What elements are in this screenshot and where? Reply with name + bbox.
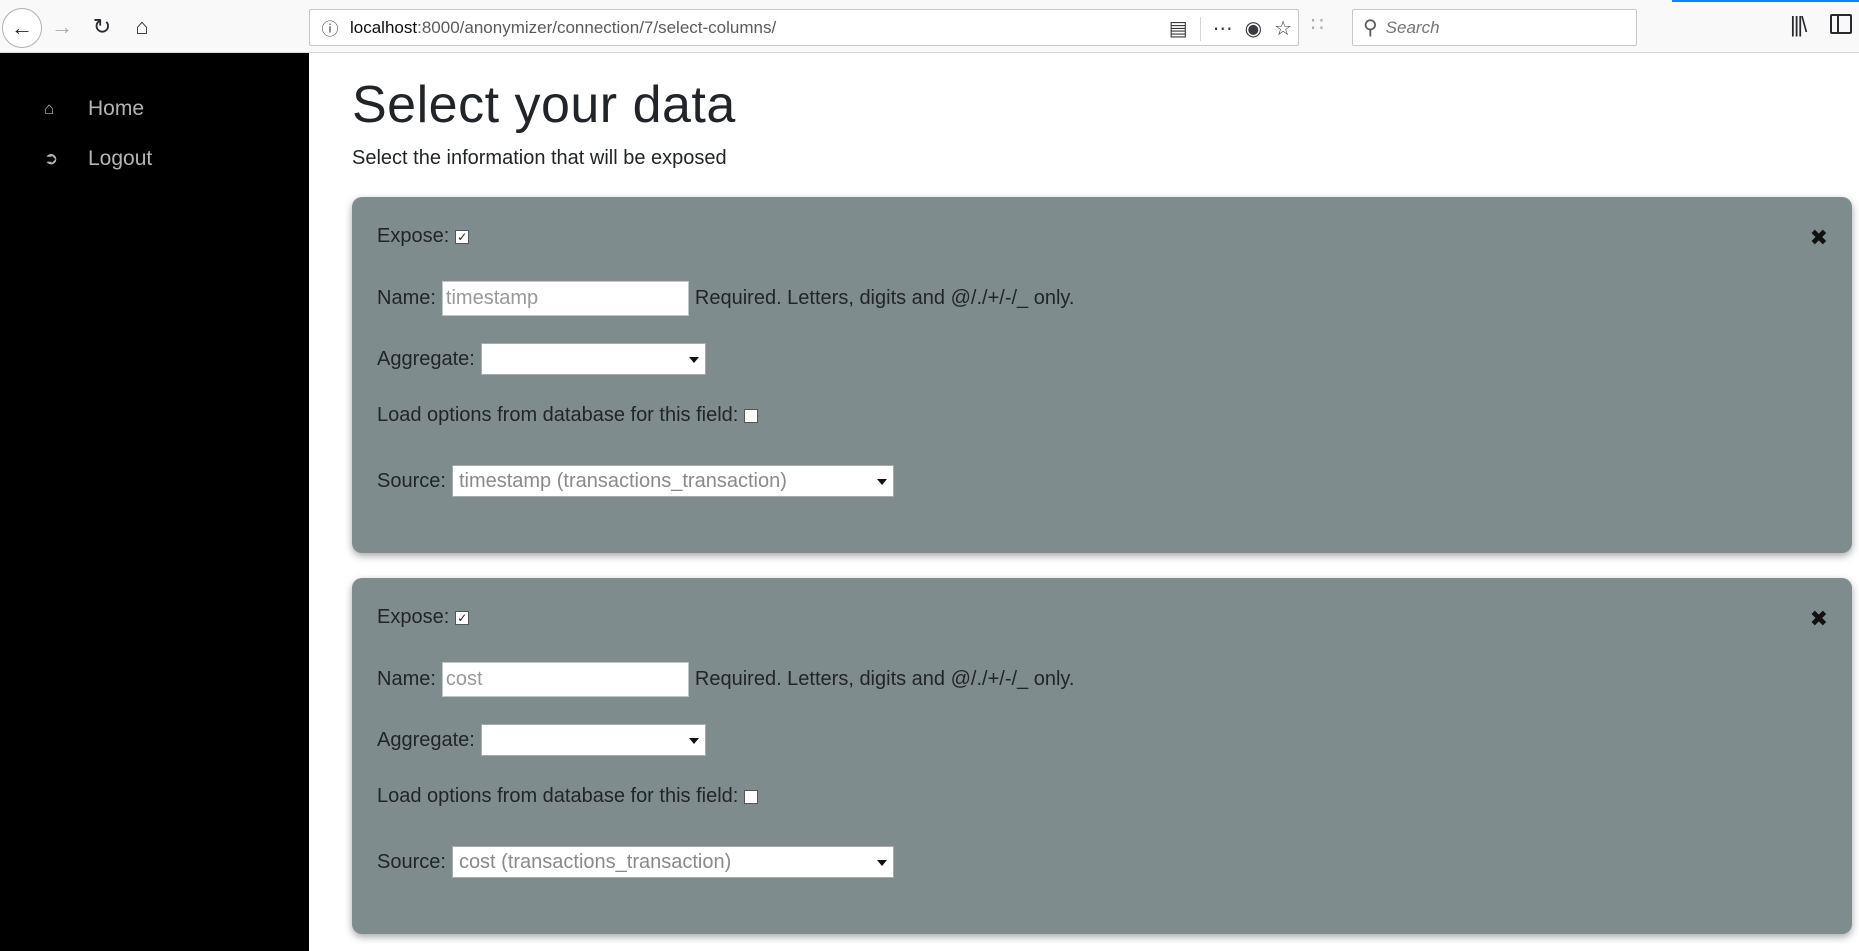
- name-input[interactable]: timestamp: [441, 281, 689, 316]
- aggregate-row: Aggregate:: [377, 343, 706, 375]
- name-row: Name: timestamp Required. Letters, digit…: [377, 281, 1074, 316]
- source-select[interactable]: cost (transactions_transaction): [451, 846, 894, 878]
- rss-icon[interactable]: ∷: [1311, 12, 1324, 37]
- source-label: Source:: [377, 469, 446, 492]
- source-row: Source: cost (transactions_transaction): [377, 846, 894, 878]
- search-icon: ⚲: [1363, 17, 1378, 39]
- column-card: ✖ Expose: ✓ Name: cost Required. Letters…: [352, 578, 1852, 934]
- close-icon[interactable]: ✖: [1810, 606, 1828, 632]
- url-separator: [1199, 16, 1201, 41]
- home-button[interactable]: ⌂: [124, 9, 160, 45]
- source-select[interactable]: timestamp (transactions_transaction): [451, 465, 894, 497]
- back-button[interactable]: ←: [2, 8, 42, 48]
- expose-checkbox[interactable]: ✓: [455, 610, 470, 625]
- source-row: Source: timestamp (transactions_transact…: [377, 465, 894, 497]
- name-label: Name:: [377, 287, 436, 309]
- load-options-checkbox[interactable]: [744, 408, 759, 423]
- url-text: localhost:8000/anonymizer/connection/7/s…: [350, 18, 776, 38]
- aggregate-select[interactable]: [480, 724, 706, 756]
- url-host: localhost: [350, 17, 418, 37]
- aggregate-select[interactable]: [480, 343, 706, 375]
- bookmark-star-icon[interactable]: ☆: [1274, 16, 1292, 41]
- forward-button[interactable]: →: [44, 9, 80, 45]
- pocket-icon[interactable]: ◉: [1245, 16, 1262, 41]
- reader-view-icon[interactable]: ▤: [1169, 16, 1188, 41]
- sidebar: ⌂ Home ➲ Logout: [0, 53, 309, 951]
- site-info-icon[interactable]: ⓘ: [310, 15, 350, 40]
- close-icon[interactable]: ✖: [1810, 225, 1828, 251]
- home-icon: ⌂: [44, 99, 55, 118]
- aggregate-row: Aggregate:: [377, 724, 706, 756]
- expose-row: Expose: ✓: [377, 225, 470, 248]
- load-options-row: Load options from database for this fiel…: [377, 404, 759, 427]
- name-row: Name: cost Required. Letters, digits and…: [377, 662, 1074, 697]
- load-options-row: Load options from database for this fiel…: [377, 785, 759, 808]
- page-title: Select your data: [352, 76, 736, 134]
- reload-button[interactable]: ↻: [84, 9, 120, 45]
- url-path: :8000/anonymizer/connection/7/select-col…: [417, 17, 777, 37]
- sidebar-toggle-icon[interactable]: [1830, 14, 1852, 34]
- browser-toolbar: ← → ↻ ⌂ ⓘ localhost:8000/anonymizer/conn…: [0, 0, 1859, 53]
- name-input[interactable]: cost: [441, 662, 689, 697]
- sidebar-item-label: Logout: [88, 147, 153, 170]
- more-actions-icon[interactable]: ⋯: [1213, 16, 1233, 41]
- main-content: Select your data Select the information …: [309, 53, 1859, 951]
- name-help-text: Required. Letters, digits and @/./+/-/_ …: [694, 668, 1075, 690]
- load-options-label: Load options from database for this fiel…: [377, 404, 739, 426]
- expose-label: Expose:: [377, 225, 450, 247]
- source-label: Source:: [377, 850, 446, 873]
- expose-checkbox[interactable]: ✓: [455, 229, 470, 244]
- expose-label: Expose:: [377, 606, 450, 628]
- name-help-text: Required. Letters, digits and @/./+/-/_ …: [694, 287, 1075, 309]
- aggregate-label: Aggregate:: [377, 728, 475, 751]
- logout-icon: ➲: [44, 149, 59, 168]
- page-subtitle: Select the information that will be expo…: [352, 147, 727, 169]
- sidebar-item-logout[interactable]: ➲ Logout: [44, 147, 152, 171]
- sidebar-item-home[interactable]: ⌂ Home: [44, 97, 144, 121]
- search-bar[interactable]: ⚲: [1352, 9, 1637, 46]
- search-input[interactable]: [1385, 17, 1606, 38]
- expose-row: Expose: ✓: [377, 606, 470, 629]
- load-options-checkbox[interactable]: [744, 789, 759, 804]
- name-label: Name:: [377, 668, 436, 690]
- aggregate-label: Aggregate:: [377, 347, 475, 370]
- load-options-label: Load options from database for this fiel…: [377, 785, 739, 807]
- sidebar-item-label: Home: [88, 97, 145, 120]
- url-bar[interactable]: ⓘ localhost:8000/anonymizer/connection/7…: [309, 9, 1299, 46]
- library-icon[interactable]: |||\: [1790, 12, 1807, 38]
- column-card: ✖ Expose: ✓ Name: timestamp Required. Le…: [352, 197, 1852, 553]
- active-tab-indicator: [1672, 0, 1859, 2]
